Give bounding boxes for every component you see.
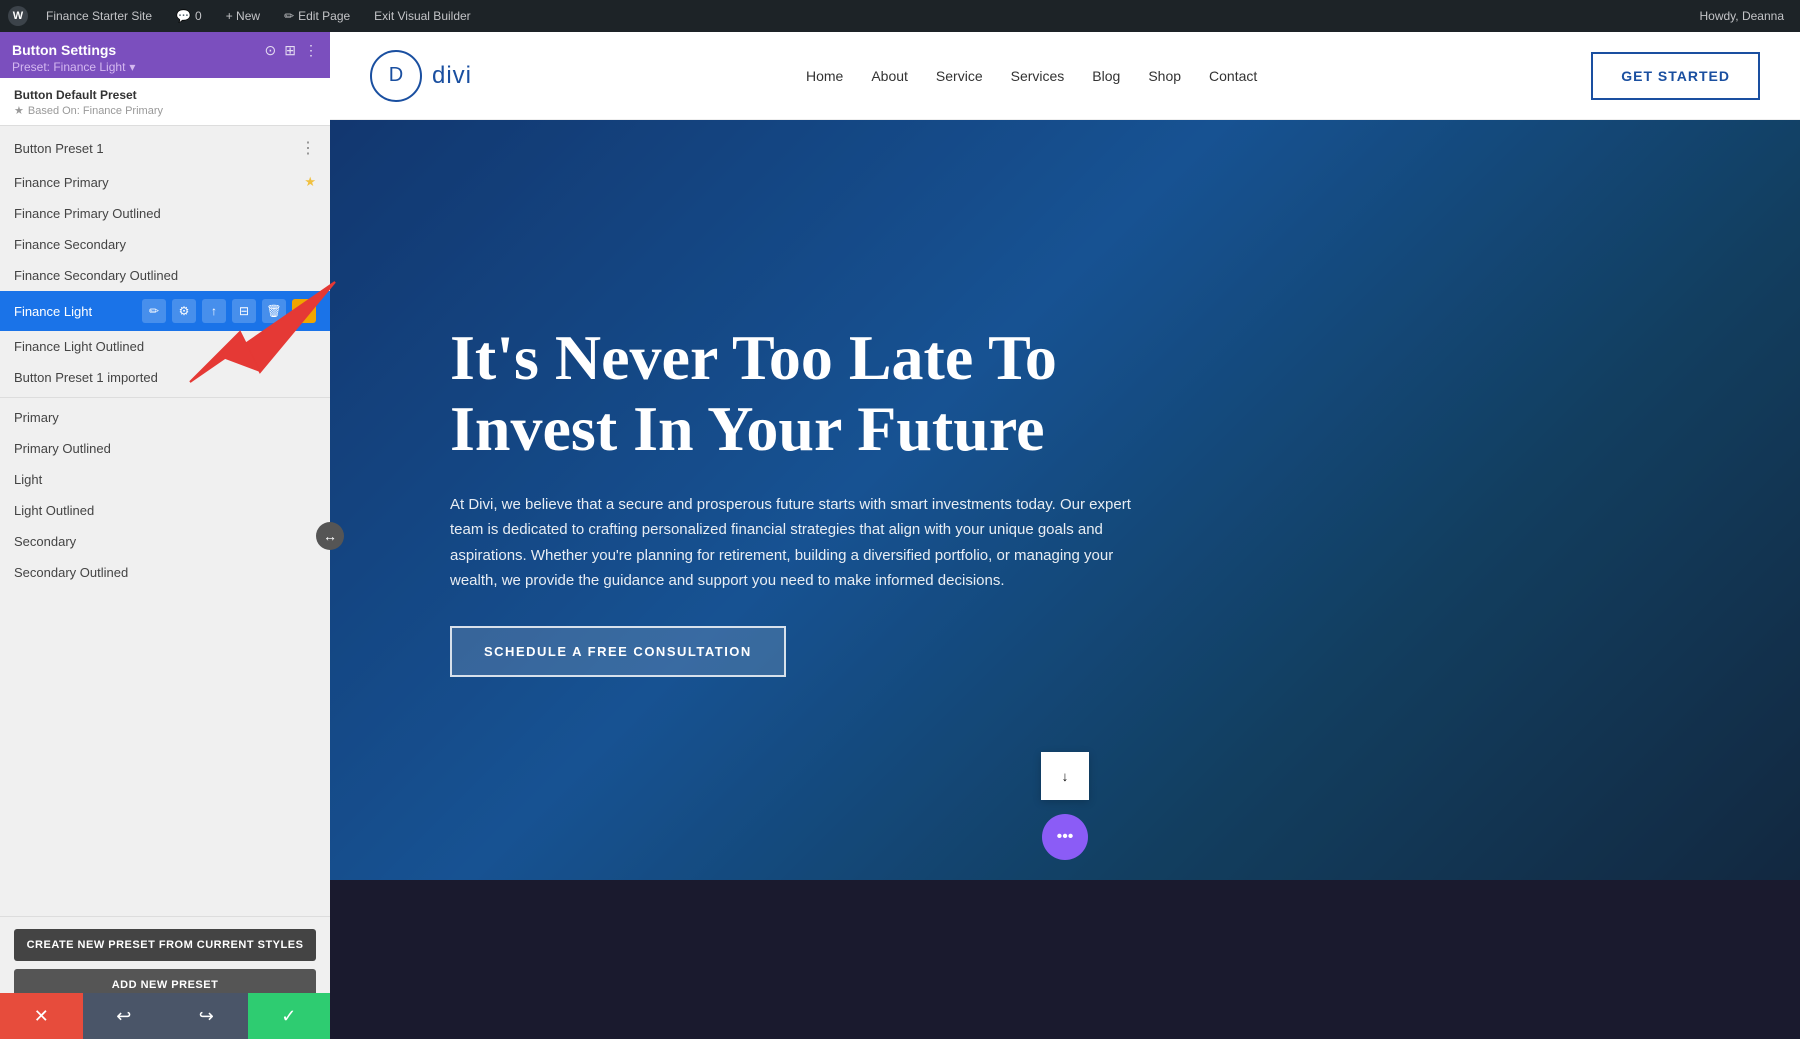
preset-item-button-preset-1-imported[interactable]: Button Preset 1 imported [0,362,330,393]
preset-duplicate-icon[interactable]: ⊟ [232,299,256,323]
button-settings-panel: Button Settings Preset: Finance Light ▾ … [0,32,330,1039]
undo-button[interactable]: ↩ [83,993,166,1039]
nav-services[interactable]: Services [1011,68,1065,84]
preset-list: Button Preset 1 ⋮ Finance Primary ★ Fina… [0,126,330,592]
save-icon: ✓ [281,1006,296,1027]
divi-options-button[interactable]: ••• [1042,814,1088,860]
preset-active-actions: ✏ ⚙ ↑ ⊟ 🗑 ★ [142,299,316,323]
preset-item-finance-secondary-outlined[interactable]: Finance Secondary Outlined [0,260,330,291]
preset-item-light-outlined[interactable]: Light Outlined [0,495,330,526]
preset-item-finance-primary-outlined[interactable]: Finance Primary Outlined [0,198,330,229]
nav-links: Home About Service Services Blog Shop Co… [806,68,1257,84]
create-preset-button[interactable]: CREATE NEW PRESET FROM CURRENT STYLES [14,929,316,961]
nav-contact[interactable]: Contact [1209,68,1257,84]
nav-service[interactable]: Service [936,68,983,84]
admin-new[interactable]: + New [220,0,266,32]
preset-item-finance-light[interactable]: Finance Light ✏ ⚙ ↑ ⊟ 🗑 ★ [0,291,330,331]
admin-howdy: Howdy, Deanna [1692,9,1793,23]
arrow-down-icon: ↓ [1062,769,1069,784]
default-preset-section: Button Default Preset ★ Based On: Financ… [0,78,330,126]
preset-item-button-preset-1[interactable]: Button Preset 1 ⋮ [0,130,330,166]
cancel-button[interactable]: ✕ [0,993,83,1039]
hero-title: It's Never Too Late To Invest In Your Fu… [450,323,1210,464]
preset-based-on: ★ Based On: Finance Primary [14,104,316,117]
admin-edit-page[interactable]: ✏ Edit Page [278,0,356,32]
nav-cta-button[interactable]: GET STARTED [1591,52,1760,100]
redo-icon: ↪ [199,1006,214,1027]
preset-item-finance-secondary[interactable]: Finance Secondary [0,229,330,260]
site-logo: D divi [370,50,472,102]
nav-home[interactable]: Home [806,68,843,84]
panel-resize-handle[interactable]: ↔ [316,522,344,550]
preset-item-light[interactable]: Light [0,464,330,495]
redo-button[interactable]: ↪ [165,993,248,1039]
save-button[interactable]: ✓ [248,993,331,1039]
website-preview: D divi Home About Service Services Blog … [330,32,1800,1039]
preset-star-active-icon[interactable]: ★ [292,299,316,323]
preset-item-finance-light-outlined[interactable]: Finance Light Outlined [0,331,330,362]
preset-item-secondary[interactable]: Secondary [0,526,330,557]
cancel-icon: ✕ [34,1006,49,1027]
preset-export-icon[interactable]: ↑ [202,299,226,323]
panel-responsive-icon[interactable]: ⊙ [265,42,277,59]
bottom-toolbar: ✕ ↩ ↪ ✓ [0,993,330,1039]
preset-dots-icon[interactable]: ⋮ [300,138,316,158]
preset-item-finance-primary[interactable]: Finance Primary ★ [0,166,330,198]
preset-delete-icon[interactable]: 🗑 [262,299,286,323]
panel-title: Button Settings [12,42,135,58]
panel-preset-selector[interactable]: Preset: Finance Light ▾ [12,60,135,74]
preset-star-icon: ★ [304,174,316,190]
admin-comments[interactable]: 💬 0 [170,0,208,32]
logo-circle-icon: D [370,50,422,102]
admin-exit-builder[interactable]: Exit Visual Builder [368,0,477,32]
preset-item-primary[interactable]: Primary [0,402,330,433]
preset-item-secondary-outlined[interactable]: Secondary Outlined [0,557,330,588]
preset-edit-icon[interactable]: ✏ [142,299,166,323]
hero-content: It's Never Too Late To Invest In Your Fu… [450,323,1210,677]
panel-more-icon[interactable]: ⋮ [304,42,318,59]
panel-content: Button Default Preset ★ Based On: Financ… [0,78,330,916]
site-navigation: D divi Home About Service Services Blog … [330,32,1800,120]
logo-text: divi [432,62,472,90]
wp-logo-icon[interactable]: W [8,6,28,26]
hero-cta-button[interactable]: SCHEDULE A FREE CONSULTATION [450,626,786,677]
hero-body-text: At Divi, we believe that a secure and pr… [450,492,1150,594]
default-preset-title: Button Default Preset [14,88,316,102]
preset-item-primary-outlined[interactable]: Primary Outlined [0,433,330,464]
panel-header-icons: ⊙ ⊞ ⋮ [265,42,318,59]
panel-layout-icon[interactable]: ⊞ [284,42,296,59]
nav-shop[interactable]: Shop [1148,68,1181,84]
nav-blog[interactable]: Blog [1092,68,1120,84]
scroll-down-button[interactable]: ↓ [1041,752,1089,800]
panel-header: Button Settings Preset: Finance Light ▾ … [0,32,330,78]
admin-bar: W Finance Starter Site 💬 0 + New ✏ Edit … [0,0,1800,32]
ellipsis-icon: ••• [1057,828,1074,846]
hero-section: It's Never Too Late To Invest In Your Fu… [330,120,1800,880]
preset-settings-icon[interactable]: ⚙ [172,299,196,323]
nav-about[interactable]: About [871,68,908,84]
admin-site-name[interactable]: Finance Starter Site [40,0,158,32]
based-on-star-icon: ★ [14,104,24,117]
undo-icon: ↩ [116,1006,131,1027]
